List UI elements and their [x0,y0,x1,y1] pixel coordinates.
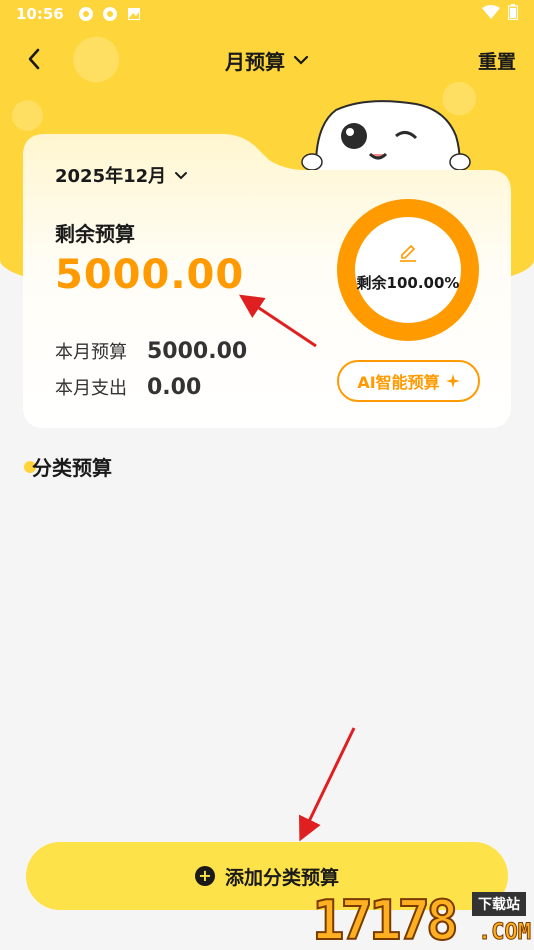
remaining-progress-ring[interactable] [334,196,482,344]
wifi-icon [482,5,500,23]
page-title: 月预算 [225,49,285,74]
app-notification-icon [102,6,118,22]
remaining-percent-label: 剩余100.00% [356,274,460,292]
remaining-budget-amount: 5000.00 [55,252,245,298]
monthly-budget-value: 5000.00 [147,339,248,364]
month-selector[interactable]: 2025年12月 [55,162,188,188]
watermark-number: 17178 [311,889,460,950]
monthly-budget-label: 本月预算 [55,342,127,363]
period-selector[interactable]: 月预算 [225,46,309,75]
app-notification-icon [78,6,94,22]
month-label: 2025年12月 [55,166,167,187]
monthly-budget-row: 本月预算 5000.00 [55,338,247,364]
plus-circle-icon: + [194,866,215,886]
sparkle-icon [445,374,460,388]
monthly-spend-label: 本月支出 [55,378,127,399]
back-button[interactable] [20,44,50,74]
status-time: 10:56 [16,5,64,23]
nav-bar: 月预算 重置 [0,38,534,82]
image-notification-icon [126,6,142,22]
chevron-down-icon [293,55,309,65]
ai-budget-label: AI智能预算 [357,373,440,392]
paw-print-decoration: ● [10,90,45,136]
battery-icon [507,4,519,24]
status-bar: 10:56 [0,0,534,28]
add-category-budget-label: 添加分类预算 [224,866,339,889]
chevron-down-icon [175,171,188,179]
remaining-budget-label: 剩余预算 [55,222,135,246]
watermark-suffix: .COM [478,920,532,946]
budget-summary-card: 2025年12月 剩余预算 5000.00 本月预算 5000.00 本月支出 … [23,134,511,428]
ai-budget-button[interactable]: AI智能预算 [337,360,480,402]
chevron-left-icon [28,48,40,70]
category-budget-title: 分类预算 [32,456,112,480]
edit-icon[interactable] [397,240,419,262]
monthly-spend-value: 0.00 [147,375,202,400]
reset-button[interactable]: 重置 [478,47,516,74]
watermark-tag: 下载站 [472,892,526,916]
site-watermark: 17178 下载站 .COM [311,889,534,950]
annotation-arrow-add-button [298,727,356,842]
category-budget-heading: 分类预算 [24,452,112,481]
monthly-spend-row: 本月支出 0.00 [55,374,201,400]
